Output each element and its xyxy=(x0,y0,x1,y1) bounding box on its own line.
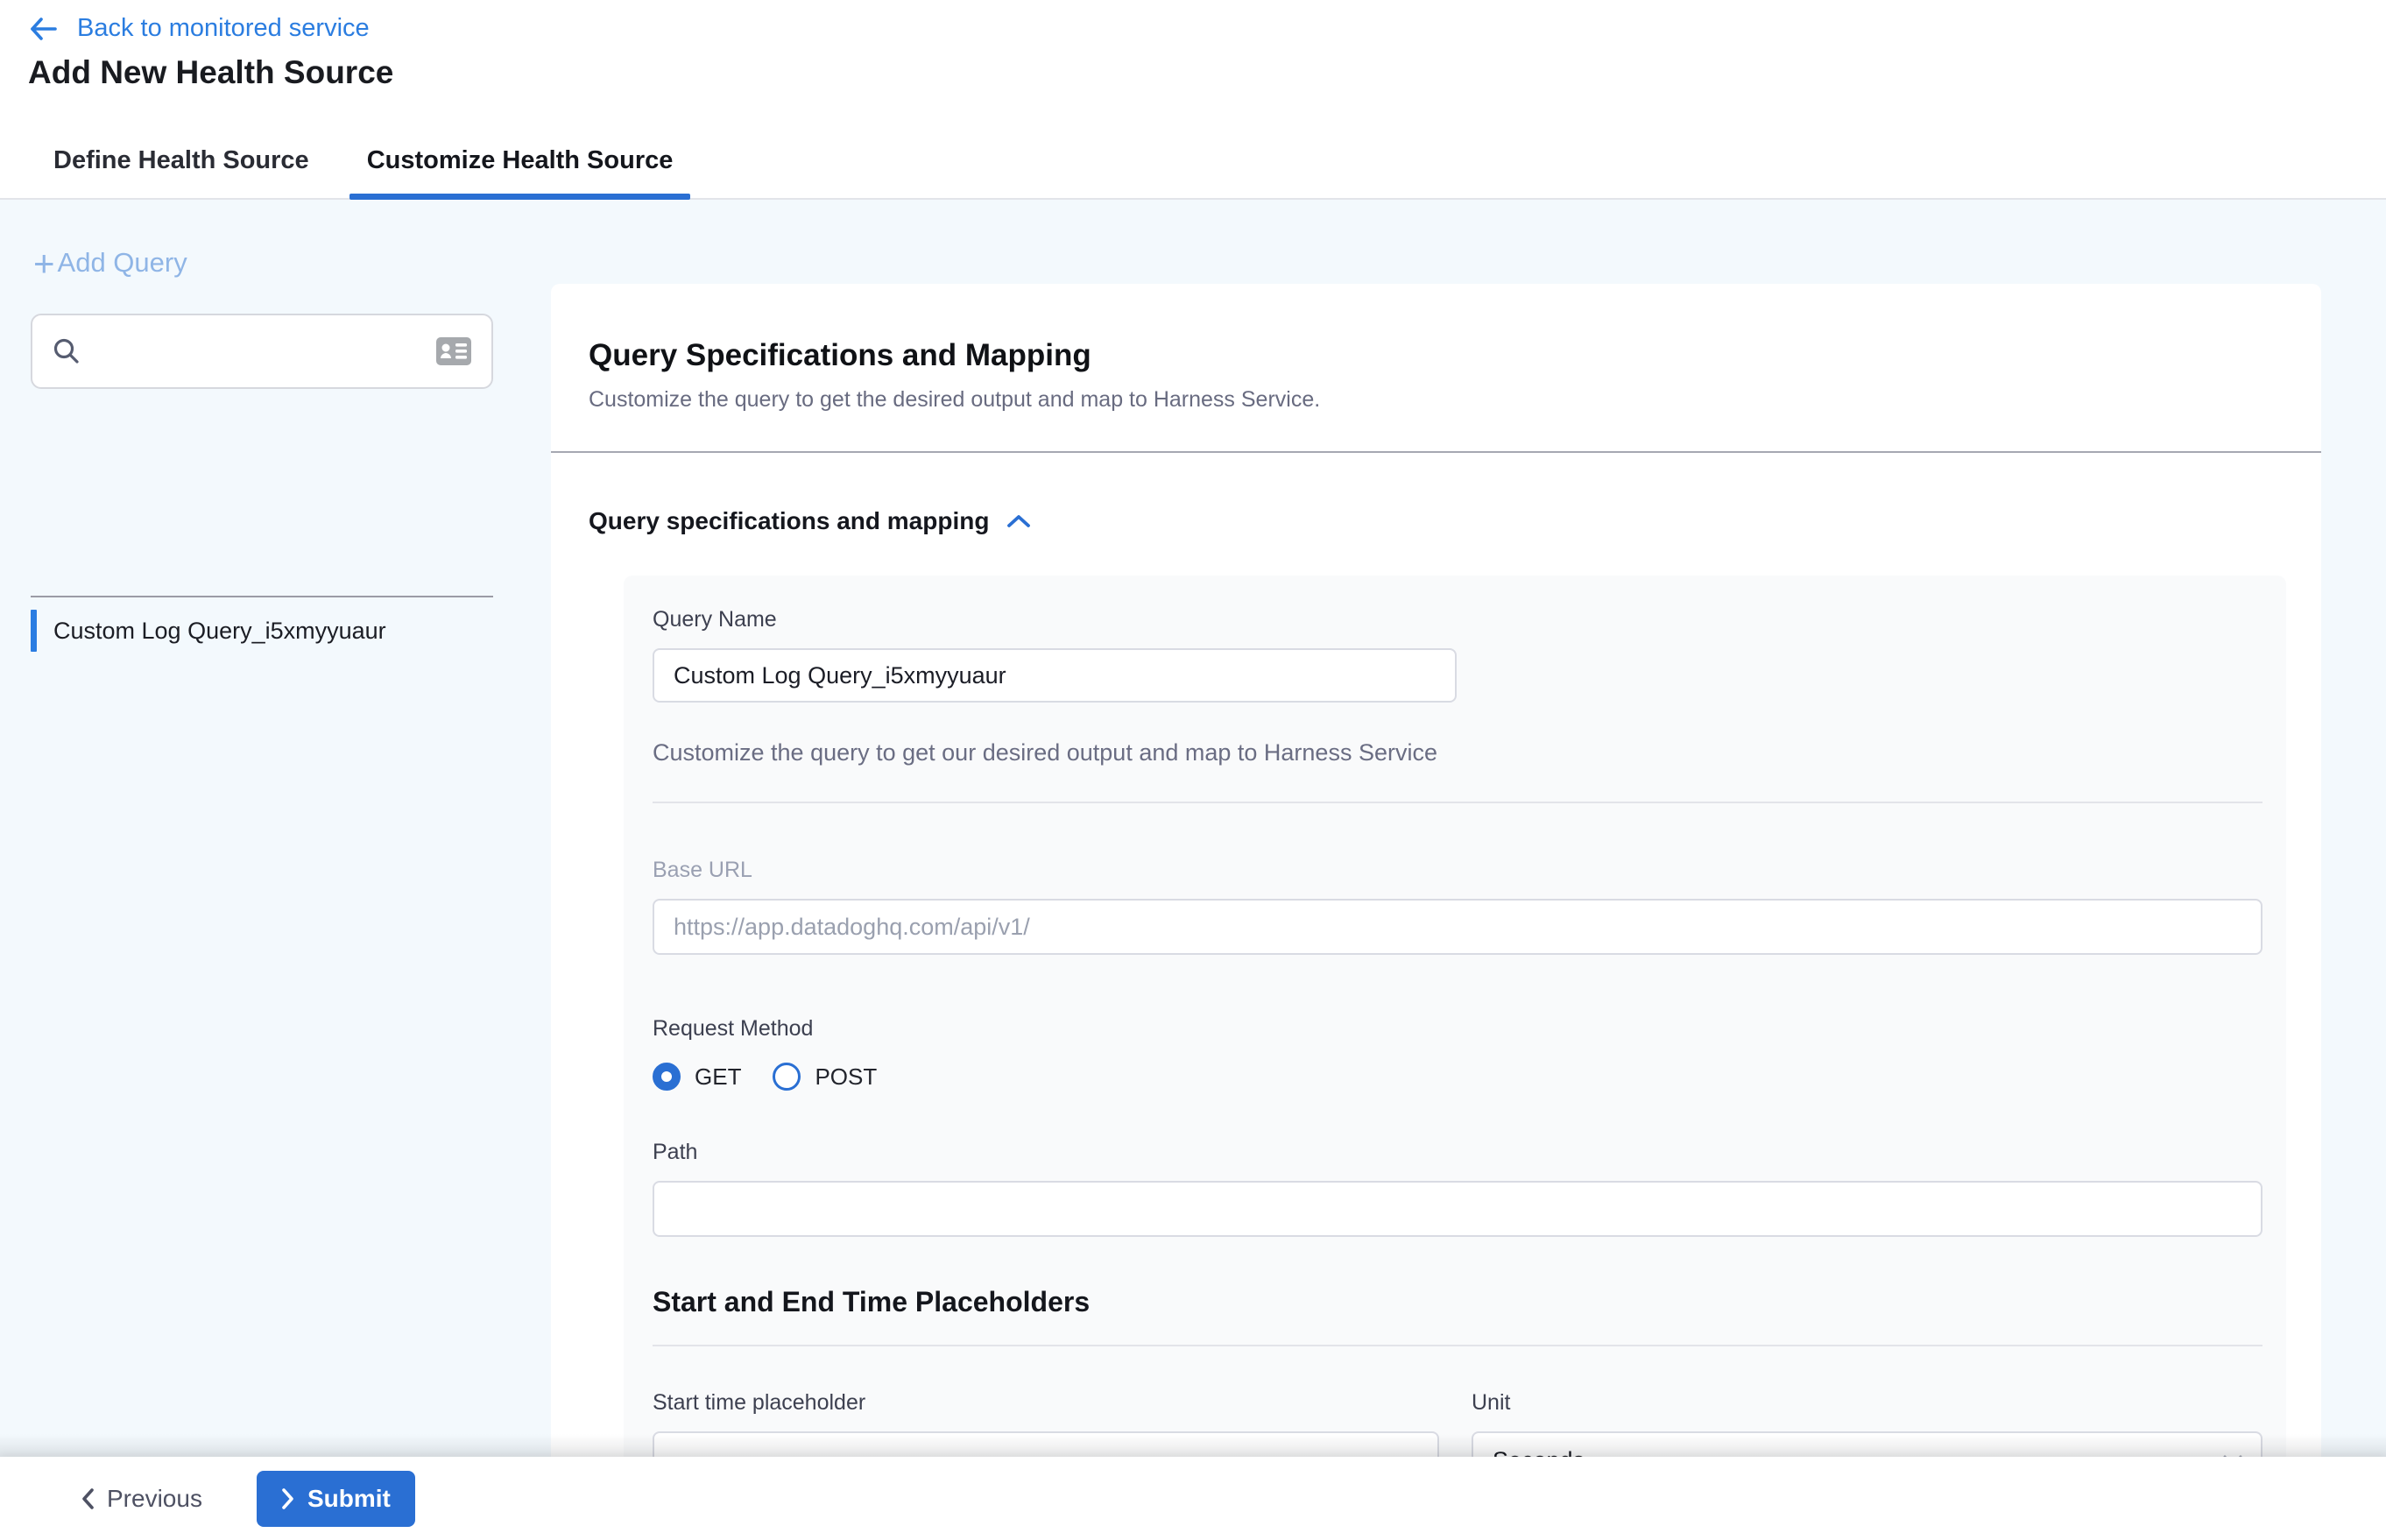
page-title: Add New Health Source xyxy=(28,54,393,91)
sidebar-divider xyxy=(31,596,493,597)
footer-bar: Previous Submit xyxy=(0,1457,2386,1540)
query-item-label: Custom Log Query_i5xmyyuaur xyxy=(53,618,386,645)
search-input[interactable] xyxy=(95,338,425,365)
tab-define-health-source[interactable]: Define Health Source xyxy=(48,124,314,198)
query-list-item[interactable]: Custom Log Query_i5xmyyuaur xyxy=(31,610,493,652)
query-search-box xyxy=(31,314,493,389)
query-form-card: Query Name Customize the query to get ou… xyxy=(624,576,2286,1457)
search-icon xyxy=(52,336,81,366)
previous-label: Previous xyxy=(107,1485,202,1513)
radio-post-label: POST xyxy=(815,1063,877,1091)
base-url-label: Base URL xyxy=(653,858,2262,883)
path-label: Path xyxy=(653,1140,2262,1165)
path-input[interactable] xyxy=(653,1181,2262,1237)
selected-indicator-bar xyxy=(31,610,37,652)
tab-customize-health-source[interactable]: Customize Health Source xyxy=(362,124,679,198)
unit-field: Unit Seconds xyxy=(1472,1390,2262,1457)
radio-post-control[interactable] xyxy=(773,1063,801,1091)
placeholders-row: Start time placeholder Unit Seconds xyxy=(653,1390,2262,1457)
base-url-input[interactable] xyxy=(653,899,2262,955)
request-method-group: GET POST xyxy=(653,1063,2262,1091)
add-query-label: Add Query xyxy=(58,247,187,279)
unit-select-value: Seconds xyxy=(1493,1447,1585,1458)
add-query-button[interactable]: + Add Query xyxy=(33,247,187,279)
panel-title: Query Specifications and Mapping xyxy=(589,338,2284,373)
panel-divider xyxy=(551,451,2321,453)
start-time-input[interactable] xyxy=(653,1431,1439,1457)
query-name-input[interactable] xyxy=(653,648,1457,703)
section-header: Query specifications and mapping xyxy=(589,507,2321,535)
section-title: Query specifications and mapping xyxy=(589,507,989,535)
back-link[interactable]: Back to monitored service xyxy=(28,14,370,43)
submit-label: Submit xyxy=(307,1485,391,1513)
arrow-left-icon xyxy=(28,16,58,42)
radio-post[interactable]: POST xyxy=(773,1063,877,1091)
request-method-label: Request Method xyxy=(653,1016,2262,1042)
unit-select[interactable]: Seconds xyxy=(1472,1431,2262,1457)
query-name-label: Query Name xyxy=(653,607,2262,632)
start-time-field: Start time placeholder xyxy=(653,1390,1439,1457)
radio-get-control[interactable] xyxy=(653,1063,681,1091)
chevron-left-icon xyxy=(81,1487,95,1510)
submit-button[interactable]: Submit xyxy=(257,1471,415,1527)
main-panel: Query Specifications and Mapping Customi… xyxy=(551,284,2321,1457)
radio-get-label: GET xyxy=(695,1063,741,1091)
form-divider-1 xyxy=(653,802,2262,803)
form-divider-2 xyxy=(653,1345,2262,1346)
tab-bar: Define Health Source Customize Health So… xyxy=(0,124,2386,200)
back-link-label: Back to monitored service xyxy=(77,14,370,43)
panel-header: Query Specifications and Mapping Customi… xyxy=(551,284,2321,413)
previous-button[interactable]: Previous xyxy=(81,1485,202,1513)
chevron-up-icon[interactable] xyxy=(1006,513,1031,529)
unit-label: Unit xyxy=(1472,1390,2262,1416)
card-view-icon[interactable] xyxy=(435,336,472,366)
query-helper-text: Customize the query to get our desired o… xyxy=(653,739,2262,766)
start-time-label: Start time placeholder xyxy=(653,1390,1439,1416)
plus-icon: + xyxy=(33,250,55,277)
page-header: Back to monitored service Add New Health… xyxy=(0,0,2386,124)
chevron-right-icon xyxy=(281,1487,295,1510)
panel-subtitle: Customize the query to get the desired o… xyxy=(589,387,2284,413)
radio-get[interactable]: GET xyxy=(653,1063,741,1091)
content-area: + Add Query Custom Log Query_i5xmyyuaur xyxy=(0,200,2386,1457)
placeholders-heading: Start and End Time Placeholders xyxy=(653,1286,2262,1318)
